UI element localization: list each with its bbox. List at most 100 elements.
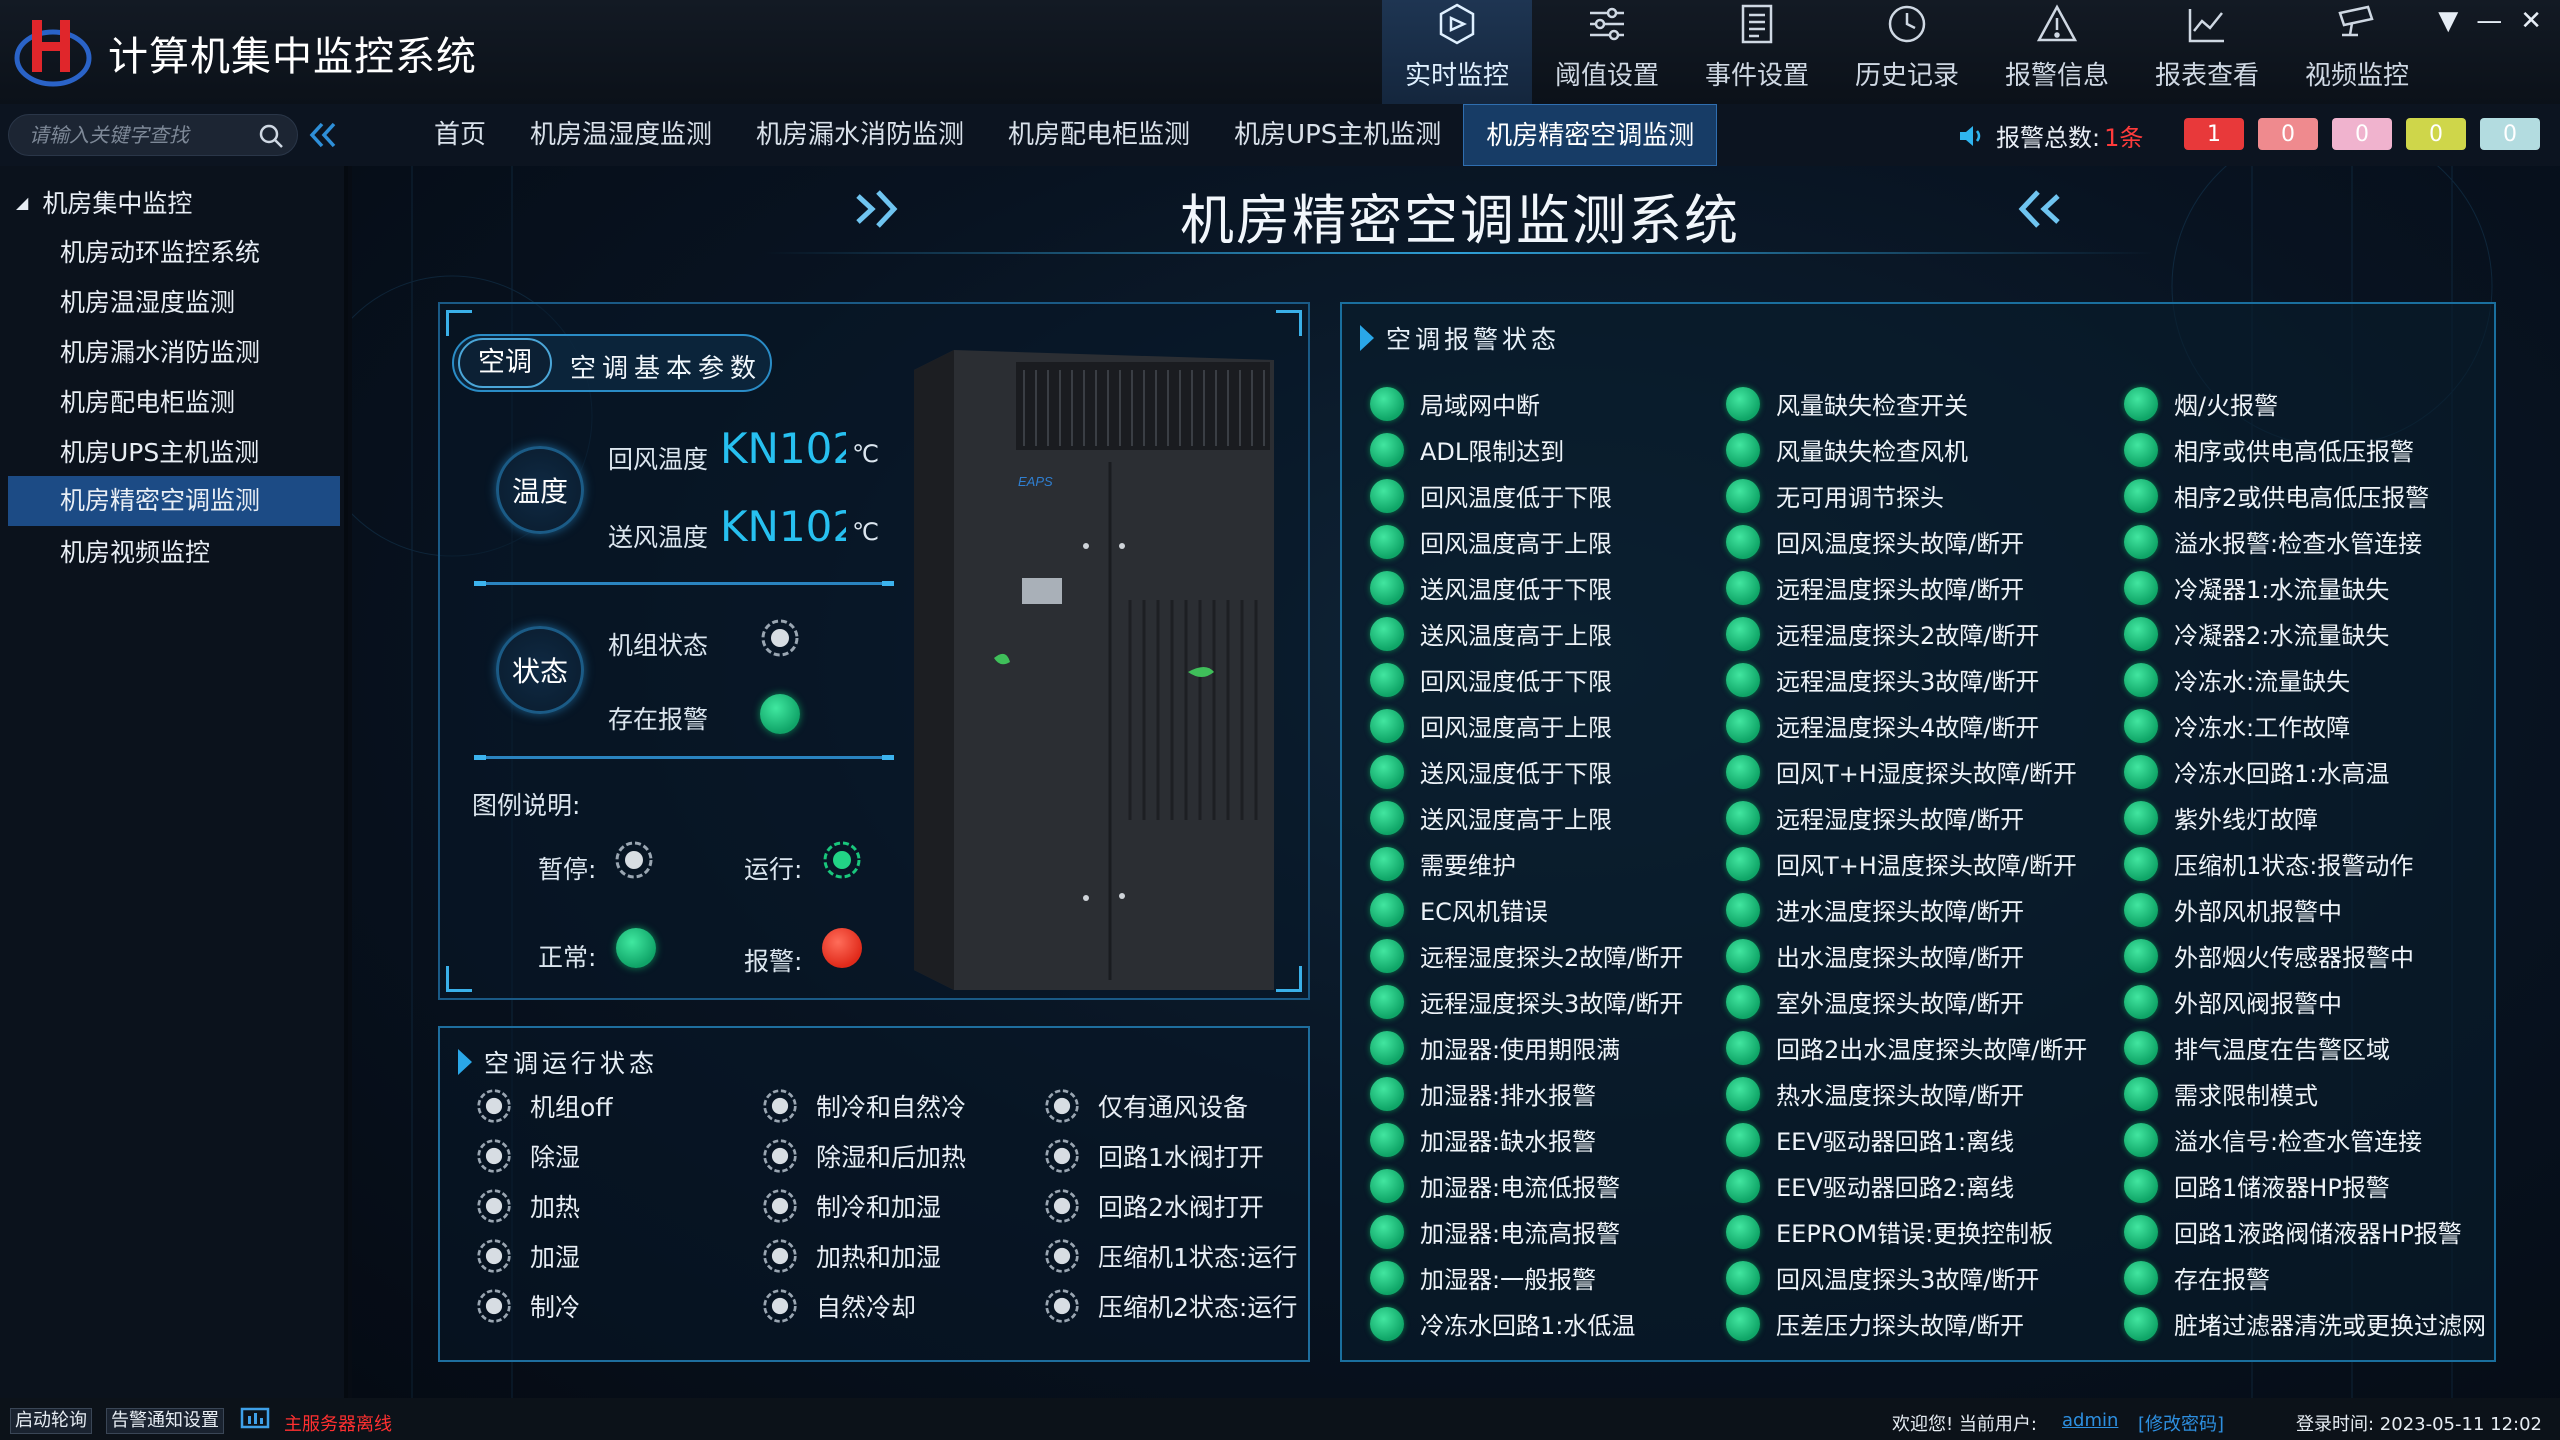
alarm-status-item: 无可用调节探头	[1726, 478, 1944, 513]
panel-corner	[446, 310, 472, 336]
sidebar-item-power-cabinet[interactable]: 机房配电柜监测	[8, 378, 340, 428]
sidebar-item-ups[interactable]: 机房UPS主机监测	[8, 428, 340, 478]
status-normal-icon	[1726, 892, 1760, 927]
status-normal-icon	[2124, 938, 2158, 973]
status-paused-icon	[763, 1189, 797, 1223]
window-controls: ▼ — ✕	[2438, 6, 2542, 36]
tab-home[interactable]: 首页	[412, 104, 508, 166]
tree-root[interactable]: ◢ 机房集中监控	[16, 184, 192, 220]
search-input[interactable]	[29, 121, 249, 151]
change-password-link[interactable]: [修改密码]	[2138, 1410, 2224, 1436]
status-normal-icon	[2124, 616, 2158, 651]
collapse-sidebar-icon[interactable]	[306, 118, 340, 152]
supply-temp-unit: ℃	[852, 518, 879, 546]
sidebar-item-water-fire[interactable]: 机房漏水消防监测	[8, 328, 340, 378]
dropdown-arrow-icon[interactable]: ▼	[2438, 6, 2458, 36]
alarm-status-item: 存在报警	[2124, 1260, 2270, 1295]
alarm-status-item: 冷凝器2:水流量缺失	[2124, 616, 2389, 651]
alarm-status-item: 送风温度高于上限	[1370, 616, 1612, 651]
legend-title: 图例说明:	[472, 791, 581, 820]
app-logo	[14, 20, 92, 87]
status-normal-icon	[2124, 1214, 2158, 1249]
alarm-status-item: 送风温度低于下限	[1370, 570, 1612, 605]
header-triangle-icon	[458, 1049, 472, 1075]
nav-realtime-monitor[interactable]: 实时监控	[1382, 0, 1532, 104]
alarm-status-item: 送风湿度高于上限	[1370, 800, 1612, 835]
alarm-status-label: 回风温度探头3故障/断开	[1776, 1266, 2040, 1294]
status-normal-icon	[1370, 662, 1404, 697]
legend-pause-label: 暂停:	[538, 855, 597, 884]
alarm-badge-level2[interactable]: 0	[2258, 118, 2318, 150]
alarm-status-item: 冷凝器1:水流量缺失	[2124, 570, 2389, 605]
cabinet-brand-logo: EAPS	[1018, 474, 1053, 489]
minimize-icon[interactable]: —	[2476, 6, 2502, 36]
alarm-status-label: 回风温度低于下限	[1420, 484, 1612, 512]
alarm-level-badges: 1 0 0 0 0	[2184, 118, 2540, 150]
sidebar-item-video[interactable]: 机房视频监控	[8, 528, 340, 578]
alarm-status-label: 相序2或供电高低压报警	[2174, 484, 2430, 512]
sidebar-item-precision-ac[interactable]: 机房精密空调监测	[8, 476, 340, 526]
status-paused-icon	[763, 1239, 797, 1273]
nav-alarm-info[interactable]: 报警信息	[1982, 0, 2132, 104]
status-paused-icon	[1045, 1139, 1079, 1173]
status-normal-icon	[1726, 1260, 1760, 1295]
alarm-status-item: EEV驱动器回路1:离线	[1726, 1122, 2014, 1157]
sidebar-item-env-monitor[interactable]: 机房动环监控系统	[8, 228, 340, 278]
alarm-status-label: 局域网中断	[1420, 392, 1540, 420]
tab-water-fire[interactable]: 机房漏水消防监测	[734, 104, 986, 166]
tab-temp-humidity[interactable]: 机房温湿度监测	[508, 104, 734, 166]
alarm-notify-settings-button[interactable]: 告警通知设置	[106, 1408, 224, 1434]
alarm-status-label: 回风T+H湿度探头故障/断开	[1776, 760, 2077, 788]
current-user-link[interactable]: admin	[2062, 1410, 2118, 1431]
alarm-status-label: 外部风阀报警中	[2174, 990, 2342, 1018]
ac-badge: 空调	[458, 338, 552, 388]
tree-expand-icon[interactable]: ◢	[16, 193, 28, 212]
close-icon[interactable]: ✕	[2520, 6, 2542, 36]
status-paused-icon	[1045, 1089, 1079, 1123]
run-status-label: 仅有通风设备	[1098, 1093, 1249, 1122]
start-polling-button[interactable]: 启动轮询	[10, 1408, 92, 1434]
run-status-item: 自然冷却	[762, 1288, 916, 1324]
status-paused-icon	[763, 1289, 797, 1323]
tab-power-cabinet[interactable]: 机房配电柜监测	[986, 104, 1212, 166]
speaker-icon[interactable]	[1956, 121, 1986, 151]
nav-history[interactable]: 历史记录	[1832, 0, 1982, 104]
alarm-status-label: 冷凝器1:水流量缺失	[2174, 576, 2390, 604]
status-normal-icon	[1370, 1260, 1404, 1295]
run-status-label: 压缩机2状态:运行	[1098, 1293, 1298, 1322]
status-paused-icon	[1045, 1189, 1079, 1223]
app-title: 计算机集中监控系统	[108, 34, 477, 80]
server-monitor-icon[interactable]	[240, 1406, 270, 1434]
sidebar-item-temp-humidity[interactable]: 机房温湿度监测	[8, 278, 340, 328]
alarm-badge-level1[interactable]: 1	[2184, 118, 2244, 150]
alarm-status-item: 送风湿度低于下限	[1370, 754, 1612, 789]
top-header: 计算机集中监控系统 实时监控 阈值设置 事件设置 历史记录 报警信息 报表查看 …	[0, 0, 2560, 104]
alarm-badge-level3[interactable]: 0	[2332, 118, 2392, 150]
main-nav: 实时监控 阈值设置 事件设置 历史记录 报警信息 报表查看 视频监控	[1382, 0, 2432, 104]
alarm-status-item: 回风温度低于下限	[1370, 478, 1612, 513]
alarm-status-item: 排气温度在告警区域	[2124, 1030, 2390, 1065]
alarm-badge-level4[interactable]: 0	[2406, 118, 2466, 150]
search-icon[interactable]	[257, 122, 285, 150]
alarm-status-label: 送风温度高于上限	[1420, 622, 1612, 650]
tab-ups[interactable]: 机房UPS主机监测	[1212, 104, 1463, 166]
alarm-status-label: 冷冻水回路1:水高温	[2174, 760, 2390, 788]
status-normal-icon	[1370, 1168, 1404, 1203]
run-status-label: 制冷和自然冷	[816, 1093, 967, 1122]
login-time: 登录时间: 2023-05-11 12:02	[2296, 1414, 2542, 1435]
alarm-status-label: 远程湿度探头故障/断开	[1776, 806, 2025, 834]
alarm-status-label: EEV驱动器回路1:离线	[1776, 1128, 2015, 1156]
tab-precision-ac[interactable]: 机房精密空调监测	[1463, 104, 1718, 166]
alarm-status-item: 外部风阀报警中	[2124, 984, 2342, 1019]
nav-event-settings[interactable]: 事件设置	[1682, 0, 1832, 104]
status-normal-icon	[2124, 1076, 2158, 1111]
nav-threshold[interactable]: 阈值设置	[1532, 0, 1682, 104]
alarm-badge-level5[interactable]: 0	[2480, 118, 2540, 150]
temp-group-circle: 温度	[496, 446, 584, 534]
nav-report[interactable]: 报表查看	[2132, 0, 2282, 104]
run-status-item: 加湿	[476, 1238, 580, 1274]
alarm-status-label: 无可用调节探头	[1776, 484, 1944, 512]
alarm-status-item: 回风湿度高于上限	[1370, 708, 1612, 743]
nav-video[interactable]: 视频监控	[2282, 0, 2432, 104]
status-normal-icon	[2124, 754, 2158, 789]
